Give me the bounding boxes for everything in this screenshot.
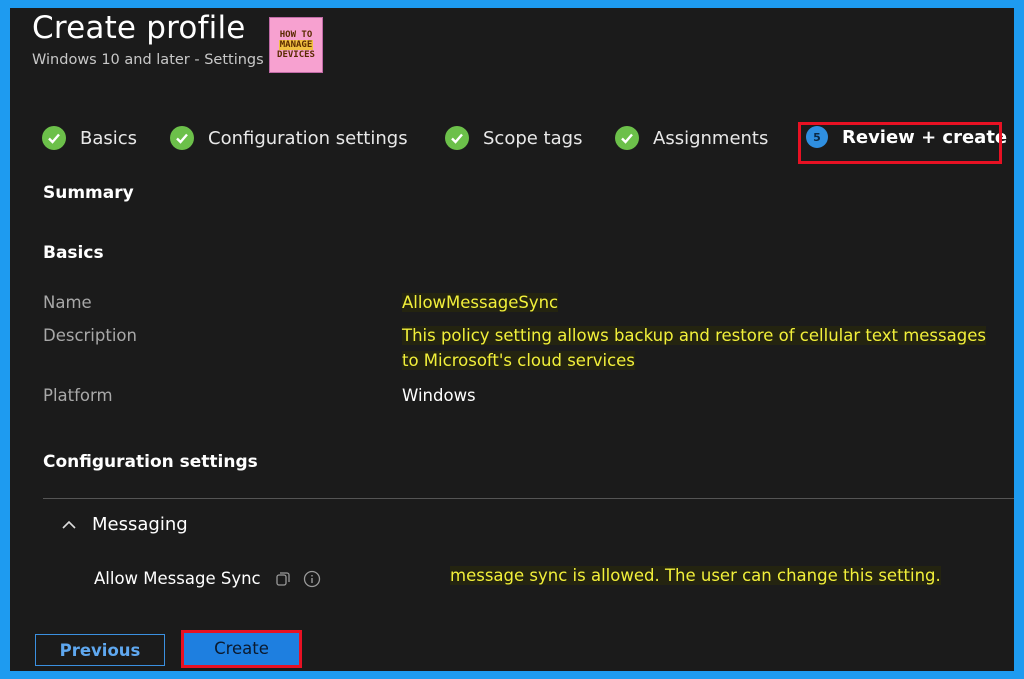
step-configuration-settings[interactable]: Configuration settings: [170, 126, 408, 150]
description-label: Description: [43, 326, 137, 345]
setting-value-text: message sync is allowed. The user can ch…: [450, 566, 941, 585]
step-label: Review + create: [842, 126, 1008, 148]
step-label: Basics: [80, 127, 138, 149]
check-icon: [445, 126, 469, 150]
step-label: Configuration settings: [208, 127, 408, 149]
name-label: Name: [43, 293, 92, 312]
create-button[interactable]: Create: [181, 630, 302, 668]
logo-line1: HOW TO: [279, 30, 313, 40]
create-profile-panel: Create profile Windows 10 and later - Se…: [10, 8, 1014, 671]
step-basics[interactable]: Basics: [42, 126, 137, 150]
description-value: This policy setting allows backup and re…: [402, 323, 1002, 373]
summary-heading: Summary: [43, 183, 134, 203]
basics-heading: Basics: [43, 243, 104, 263]
name-value: AllowMessageSync: [402, 293, 559, 312]
messaging-group-toggle[interactable]: Messaging: [60, 514, 188, 535]
info-icon[interactable]: [303, 570, 321, 588]
step-review-create[interactable]: 5 Review + create: [806, 126, 1007, 148]
wizard-steps: Basics Configuration settings Scope tags…: [42, 120, 1012, 160]
step-label: Scope tags: [483, 127, 583, 149]
check-icon: [170, 126, 194, 150]
check-icon: [42, 126, 66, 150]
step-scope-tags[interactable]: Scope tags: [445, 126, 582, 150]
name-value-text: AllowMessageSync: [402, 293, 559, 312]
logo-line2: MANAGE: [278, 40, 314, 50]
previous-button[interactable]: Previous: [35, 634, 165, 666]
description-value-text: This policy setting allows backup and re…: [402, 326, 986, 370]
logo-line3: DEVICES: [277, 50, 315, 60]
platform-label: Platform: [43, 386, 113, 405]
create-button-label: Create: [184, 633, 299, 665]
copy-icon[interactable]: [273, 570, 291, 588]
allow-message-sync-value: message sync is allowed. The user can ch…: [450, 566, 941, 585]
messaging-group-label: Messaging: [92, 514, 188, 535]
divider: [43, 498, 1014, 499]
platform-value: Windows: [402, 386, 476, 405]
configuration-settings-heading: Configuration settings: [43, 452, 258, 472]
setting-label: Allow Message Sync: [94, 569, 261, 588]
step-number-badge: 5: [806, 126, 828, 148]
step-label: Assignments: [653, 127, 769, 149]
brand-logo: HOW TO MANAGE DEVICES: [269, 17, 323, 73]
allow-message-sync-setting: Allow Message Sync: [94, 569, 321, 588]
chevron-up-icon: [62, 520, 76, 529]
step-assignments[interactable]: Assignments: [615, 126, 768, 150]
check-icon: [615, 126, 639, 150]
page-title: Create profile: [32, 10, 246, 46]
